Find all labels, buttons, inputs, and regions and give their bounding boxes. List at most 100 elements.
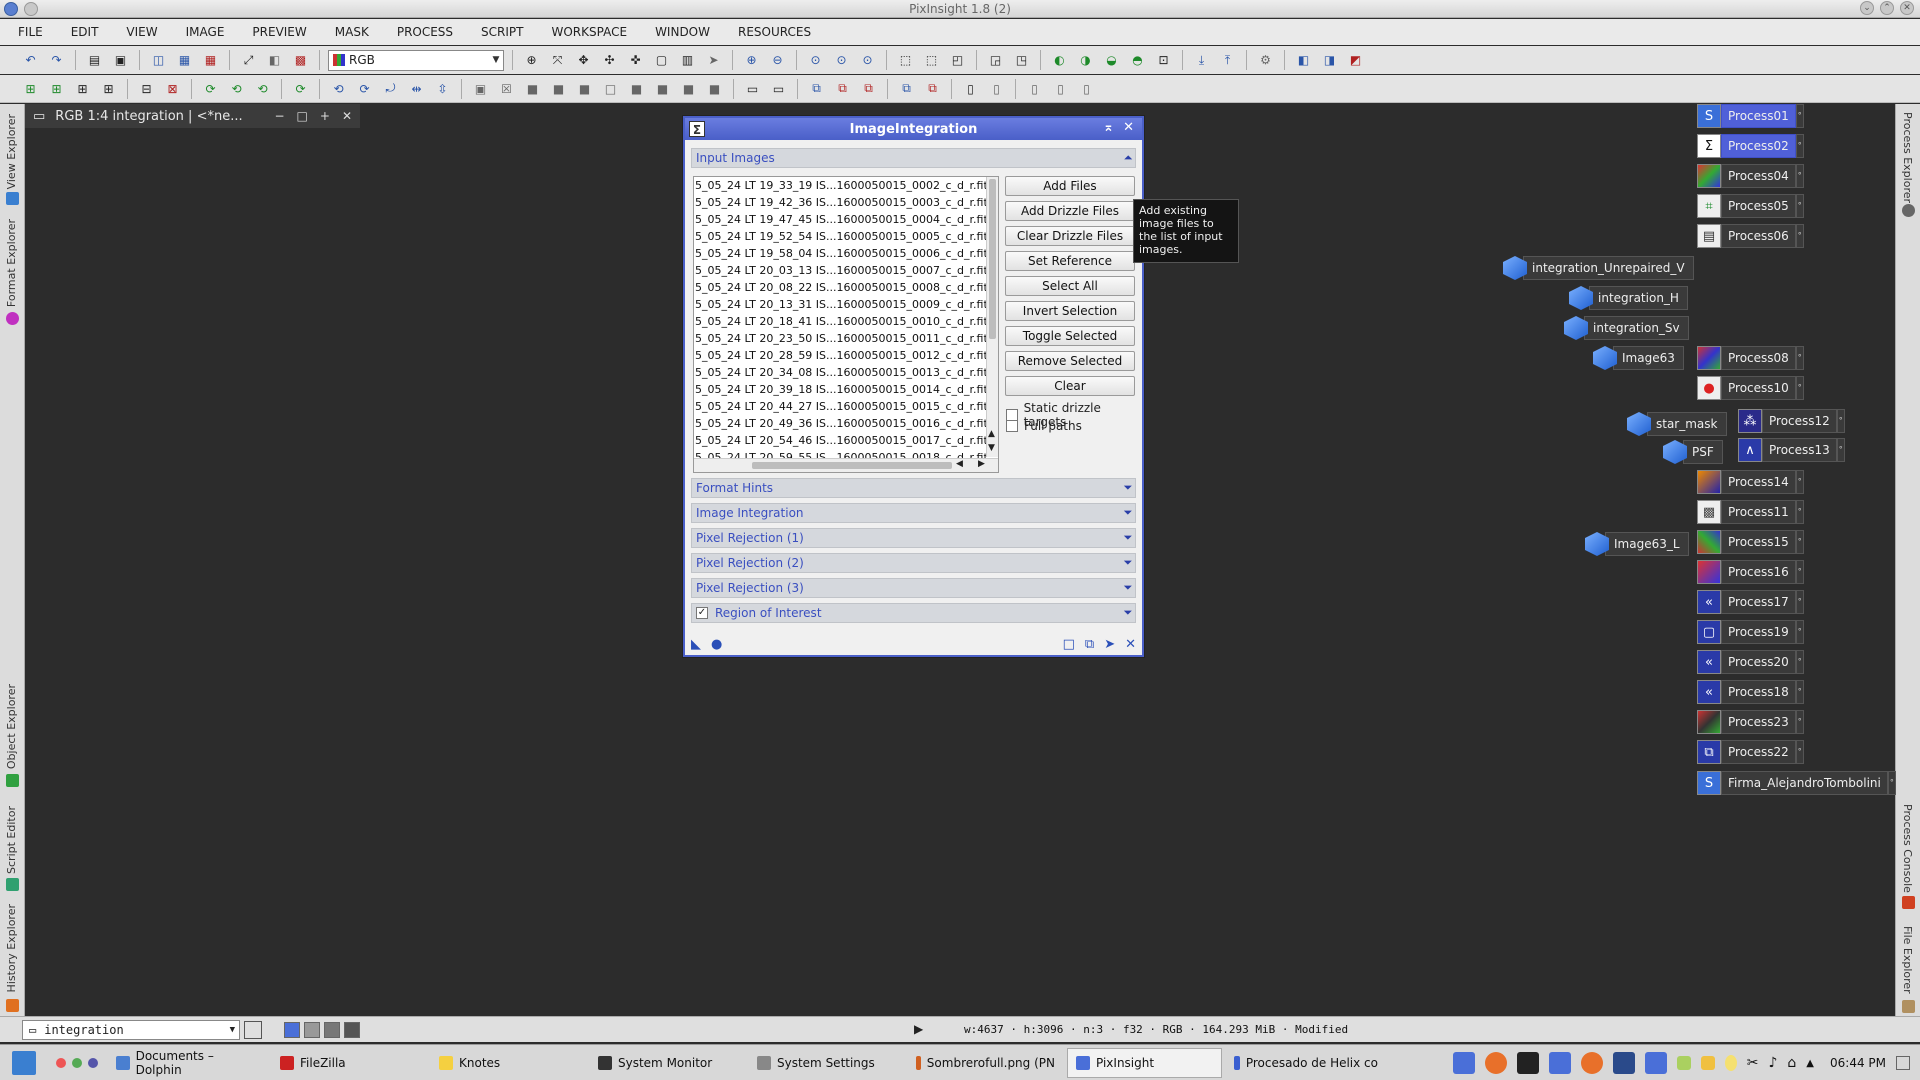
process-icon-04[interactable]: Process04 ° bbox=[1697, 163, 1804, 189]
screen-2-icon[interactable]: ▭ bbox=[768, 78, 789, 99]
window-2-icon[interactable]: ⧉ bbox=[832, 78, 853, 99]
icon-grid-6[interactable]: ⊠ bbox=[162, 78, 183, 99]
list-item[interactable]: 5_05_24 LT 20_13_31 IS...1600050015_0009… bbox=[694, 296, 998, 313]
add-files-button[interactable]: Add Files bbox=[1005, 176, 1135, 196]
zoom-1-icon[interactable]: ⊙ bbox=[805, 50, 826, 71]
menu-workspace[interactable]: WORKSPACE bbox=[552, 25, 628, 39]
square-4-icon[interactable]: ■ bbox=[574, 78, 595, 99]
tab-format-explorer[interactable]: Format Explorer bbox=[5, 219, 18, 307]
tools-tray-icon[interactable]: ✂ bbox=[1747, 1055, 1759, 1071]
preview-icon[interactable]: ➤ bbox=[1104, 637, 1115, 652]
menu-view[interactable]: VIEW bbox=[126, 25, 157, 39]
start-menu-button[interactable] bbox=[4, 1048, 44, 1078]
list-item[interactable]: 5_05_24 LT 19_52_54 IS...1600050015_0005… bbox=[694, 228, 998, 245]
window-4-icon[interactable]: ⧉ bbox=[896, 78, 917, 99]
remove-selected-button[interactable]: Remove Selected bbox=[1005, 351, 1135, 371]
task-procesado[interactable]: Procesado de Helix co bbox=[1226, 1048, 1386, 1078]
roi-checkbox[interactable]: ✓ bbox=[696, 607, 708, 619]
set-reference-button[interactable]: Set Reference bbox=[1005, 251, 1135, 271]
image-icon-integration-sv[interactable]: integration_Sv bbox=[1564, 315, 1689, 341]
view-selector[interactable]: ▭ integration ▼ bbox=[22, 1019, 240, 1040]
menu-script[interactable]: SCRIPT bbox=[481, 25, 523, 39]
section-pixel-rejection-3[interactable]: Pixel Rejection (3) ⏷ bbox=[691, 578, 1136, 598]
task-dolphin[interactable]: Documents – Dolphin bbox=[108, 1048, 268, 1078]
copy-icon[interactable]: ▥ bbox=[677, 50, 698, 71]
task-image-viewer[interactable]: Sombrerofull.png (PN bbox=[908, 1048, 1063, 1078]
panel-5-icon[interactable]: ▯ bbox=[1076, 78, 1097, 99]
list-item[interactable]: 5_05_24 LT 19_58_04 IS...1600050015_0006… bbox=[694, 245, 998, 262]
rotate-right-icon[interactable]: ⟳ bbox=[354, 78, 375, 99]
scrollbar-thumb[interactable] bbox=[752, 462, 952, 469]
export-icon[interactable]: ⤒ bbox=[1217, 50, 1238, 71]
square-8-icon[interactable]: ■ bbox=[678, 78, 699, 99]
tab-script-editor[interactable]: Script Editor bbox=[5, 806, 18, 874]
square-7-icon[interactable]: ■ bbox=[652, 78, 673, 99]
process-icon-14[interactable]: Process14 ° bbox=[1697, 469, 1804, 495]
network-icon[interactable]: ⌂ bbox=[1787, 1055, 1796, 1071]
close-image-icon[interactable]: ▦ bbox=[200, 50, 221, 71]
pixinsight-launcher-2-icon[interactable] bbox=[1548, 1052, 1571, 1074]
tools-icon[interactable]: ⚙ bbox=[1255, 50, 1276, 71]
image-window-titlebar[interactable]: ▭ RGB 1:4 integration | <*ne... − □ + ✕ bbox=[25, 104, 360, 128]
layout-2-icon[interactable]: ◨ bbox=[1319, 50, 1340, 71]
fit-window-icon[interactable]: ⬚ bbox=[921, 50, 942, 71]
flip-vertical-icon[interactable]: ⇳ bbox=[432, 78, 453, 99]
icon-grid-4[interactable]: ⊞ bbox=[98, 78, 119, 99]
mask-show-icon[interactable]: ◑ bbox=[1075, 50, 1096, 71]
list-item[interactable]: 5_05_24 LT 20_54_46 IS...1600050015_0017… bbox=[694, 432, 998, 449]
task-pixinsight[interactable]: PixInsight bbox=[1067, 1047, 1222, 1078]
process-icon-20[interactable]: «Process20 ° bbox=[1697, 649, 1804, 675]
process-icon-05[interactable]: ⌗ Process05 ° bbox=[1697, 193, 1804, 219]
screen-icon[interactable]: ▭ bbox=[742, 78, 763, 99]
close-window-icon[interactable]: ✕ bbox=[1900, 1, 1914, 15]
invert-selection-button[interactable]: Invert Selection bbox=[1005, 301, 1135, 321]
edit-preview-icon[interactable]: ◳ bbox=[1011, 50, 1032, 71]
volume-icon[interactable]: ♪ bbox=[1768, 1055, 1777, 1071]
zoom-fit-icon[interactable]: ⤧ bbox=[547, 50, 568, 71]
process-icon-18[interactable]: «Process18 ° bbox=[1697, 679, 1804, 705]
menu-preview[interactable]: PREVIEW bbox=[252, 25, 306, 39]
maximize-window-icon[interactable]: ⌃ bbox=[1880, 1, 1894, 15]
process-icon-17[interactable]: «Process17 ° bbox=[1697, 589, 1804, 615]
tab-history-explorer[interactable]: History Explorer bbox=[5, 904, 18, 992]
tray-expand-icon[interactable]: ▲ bbox=[1806, 1058, 1814, 1069]
icon-grid-1[interactable]: ⊞ bbox=[20, 78, 41, 99]
list-item[interactable]: 5_05_24 LT 19_47_45 IS...1600050015_0004… bbox=[694, 211, 998, 228]
layout-1-icon[interactable]: ◧ bbox=[1293, 50, 1314, 71]
new-image-icon[interactable]: ◫ bbox=[148, 50, 169, 71]
list-item[interactable]: 5_05_24 LT 20_18_41 IS...1600050015_0010… bbox=[694, 313, 998, 330]
readout-mode-icon[interactable]: ⊕ bbox=[521, 50, 542, 71]
image-icon-star-mask[interactable]: star_mask bbox=[1627, 411, 1727, 437]
view-mode-4-icon[interactable] bbox=[344, 1021, 360, 1038]
close-icon[interactable]: ✕ bbox=[342, 109, 352, 123]
zoom-in-icon[interactable]: ⊕ bbox=[741, 50, 762, 71]
process-icon-23[interactable]: Process23 ° bbox=[1697, 709, 1804, 735]
rotate-left-icon[interactable]: ⟲ bbox=[328, 78, 349, 99]
restore-icon[interactable]: □ bbox=[297, 109, 308, 123]
image-window-icon[interactable]: ▦ bbox=[174, 50, 195, 71]
task-filezilla[interactable]: FileZilla bbox=[272, 1048, 427, 1078]
process-icon-19[interactable]: ▢ Process19 ° bbox=[1697, 619, 1804, 645]
pixinsight-launcher-3-icon[interactable] bbox=[1644, 1052, 1667, 1074]
zoom-3-icon[interactable]: ⊙ bbox=[857, 50, 878, 71]
process-icon-02[interactable]: Σ Process02 ° bbox=[1697, 133, 1804, 159]
sync-icon[interactable]: ⟳ bbox=[200, 78, 221, 99]
crop-icon[interactable]: ◧ bbox=[264, 50, 285, 71]
apply-global-icon[interactable]: ● bbox=[711, 637, 722, 652]
pointer-icon[interactable]: ➤ bbox=[703, 50, 724, 71]
image-icon-integration-h[interactable]: integration_H bbox=[1569, 285, 1688, 311]
process-icon-13[interactable]: ∧ Process13 ° bbox=[1738, 437, 1845, 463]
view-mode-3-icon[interactable] bbox=[324, 1021, 340, 1038]
pan-icon[interactable]: ✣ bbox=[599, 50, 620, 71]
icon-grid-5[interactable]: ⊟ bbox=[136, 78, 157, 99]
maximize-icon[interactable]: + bbox=[320, 109, 330, 123]
save-icon[interactable]: ▣ bbox=[110, 50, 131, 71]
redo-icon[interactable]: ↷ bbox=[46, 50, 67, 71]
process-icon-15[interactable]: Process15 ° bbox=[1697, 529, 1804, 555]
process-icon-01[interactable]: S Process01 ° bbox=[1697, 103, 1804, 129]
image-icon-image63-l[interactable]: Image63_L bbox=[1585, 531, 1689, 557]
image-icon-psf[interactable]: PSF bbox=[1663, 439, 1723, 465]
task-system-settings[interactable]: System Settings bbox=[749, 1048, 904, 1078]
add-drizzle-files-button[interactable]: Add Drizzle Files bbox=[1005, 201, 1135, 221]
scroll-right-icon[interactable]: ▶ bbox=[978, 459, 985, 469]
